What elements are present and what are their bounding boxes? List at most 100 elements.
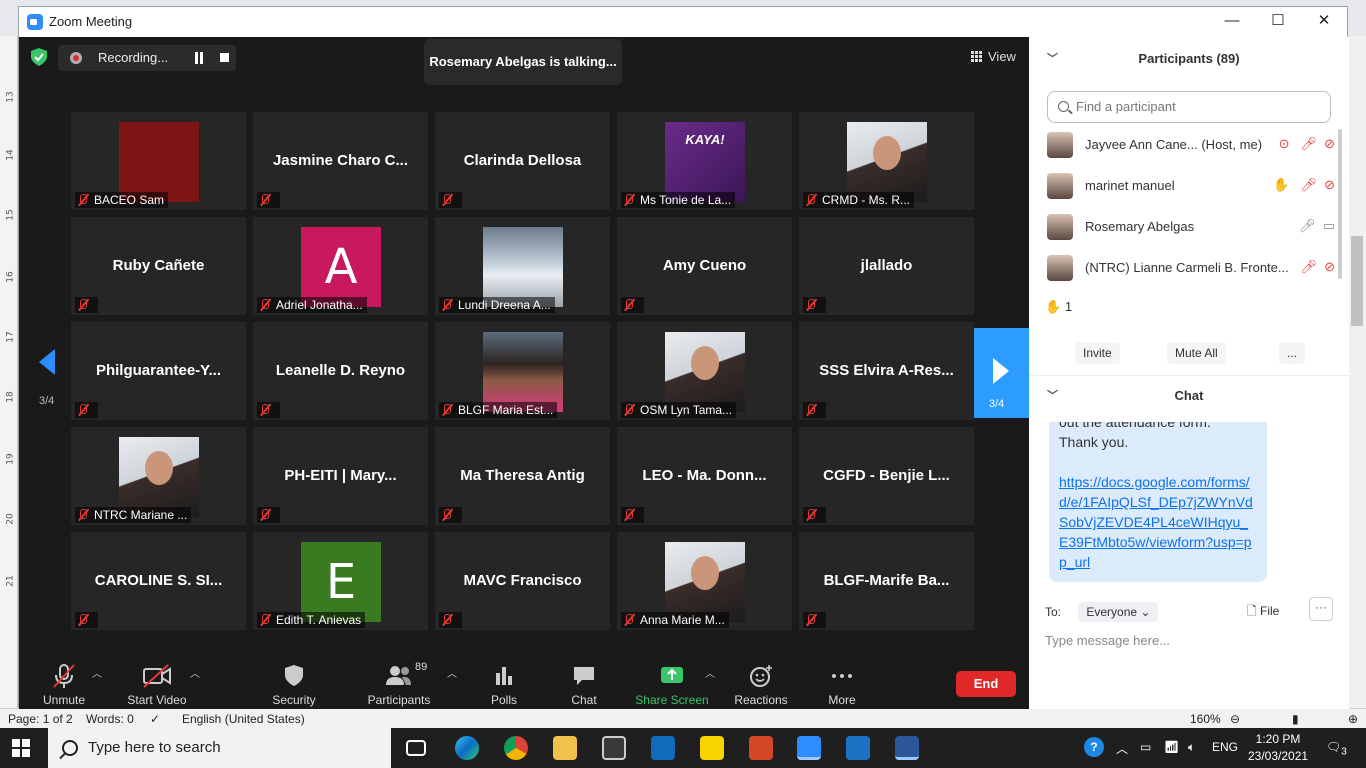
file-button[interactable]: 🗋︎ File <box>1247 602 1279 623</box>
polls-button[interactable]: Polls <box>459 663 549 707</box>
close-button[interactable]: ✕ <box>1301 7 1347 37</box>
show-hidden-icons-icon[interactable]: ︿ <box>1116 740 1128 757</box>
participant-search-input[interactable]: Find a participant <box>1047 91 1331 123</box>
store-icon[interactable] <box>602 736 626 760</box>
video-tile[interactable]: OSM Lyn Tama... <box>617 322 792 420</box>
video-tile[interactable]: BLGF Maria Est... <box>435 322 610 420</box>
start-video-label: Start Video <box>127 693 187 707</box>
end-meeting-button[interactable]: End <box>956 671 1016 697</box>
edge-icon[interactable] <box>455 736 479 760</box>
reactions-button[interactable]: Reactions <box>716 663 806 707</box>
media-player-icon[interactable] <box>846 736 870 760</box>
chrome-icon[interactable] <box>504 736 528 760</box>
participant-row[interactable]: (NTRC) Lianne Carmeli B. Fronte... 🎤︎ ⊘ <box>1029 248 1349 288</box>
input-language[interactable]: ENG <box>1212 740 1238 754</box>
maximize-button[interactable]: ☐ <box>1255 7 1301 37</box>
participants-options-chevron-icon[interactable]: ︿ <box>447 665 457 680</box>
collapse-chevron-icon[interactable]: ﹀ <box>1047 376 1058 416</box>
collapse-chevron-icon[interactable]: ﹀ <box>1047 39 1058 79</box>
chat-more-button[interactable]: ··· <box>1309 597 1333 621</box>
stop-recording-icon[interactable] <box>220 53 229 62</box>
participant-row[interactable]: Rosemary Abelgas 🎤︎ ▭ <box>1029 207 1349 247</box>
video-tile[interactable]: Ruby Cañete <box>71 217 246 315</box>
video-tile[interactable]: BLGF-Marife Ba... <box>799 532 974 630</box>
mail-icon[interactable] <box>651 736 675 760</box>
tile-caption <box>257 402 280 418</box>
video-tile[interactable]: E Edith T. Anievas <box>253 532 428 630</box>
word-count[interactable]: Words: 0 <box>86 712 134 726</box>
video-tile[interactable]: CRMD - Ms. R... <box>799 112 974 210</box>
tile-caption: Anna Marie M... <box>621 612 729 628</box>
tile-caption: NTRC Mariane ... <box>75 507 192 523</box>
view-button[interactable]: View <box>971 49 1016 64</box>
video-tile[interactable]: CAROLINE S. SI... <box>71 532 246 630</box>
video-tile[interactable]: PH-EITI | Mary... <box>253 427 428 525</box>
help-icon[interactable]: ? <box>1084 737 1104 757</box>
zoom-level[interactable]: 160% <box>1190 712 1221 726</box>
video-tile[interactable]: NTRC Mariane ... <box>71 427 246 525</box>
zoom-out-icon[interactable]: ⊖ <box>1230 712 1240 726</box>
video-tile[interactable]: Ma Theresa Antig <box>435 427 610 525</box>
video-tile[interactable]: Clarinda Dellosa <box>435 112 610 210</box>
volume-icon[interactable]: 🔈︎ <box>1188 740 1195 755</box>
video-tile[interactable]: CGFD - Benjie L... <box>799 427 974 525</box>
participant-row[interactable]: Jayvee Ann Cane... (Host, me) ⊙ 🎤︎ ⊘ <box>1029 125 1349 165</box>
video-tile[interactable]: Anna Marie M... <box>617 532 792 630</box>
task-view-icon[interactable] <box>406 740 426 756</box>
video-tile[interactable]: KAYA! Ms Tonie de La... <box>617 112 792 210</box>
network-icon[interactable]: 📶︎ <box>1164 740 1179 754</box>
scrollbar-thumb[interactable] <box>1351 236 1363 326</box>
system-clock[interactable]: 1:20 PM 23/03/2021 <box>1248 731 1308 765</box>
zoom-taskbar-icon[interactable] <box>797 736 821 760</box>
video-tile[interactable]: MAVC Francisco <box>435 532 610 630</box>
video-tile[interactable]: Philguarantee-Y... <box>71 322 246 420</box>
share-options-chevron-icon[interactable]: ︿ <box>705 665 715 680</box>
avatar <box>1047 173 1073 199</box>
word-scrollbar[interactable] <box>1348 36 1366 708</box>
chat-message-input[interactable]: Type message here... <box>1045 633 1170 648</box>
video-tile[interactable]: SSS Elvira A-Res... <box>799 322 974 420</box>
pause-recording-icon[interactable] <box>195 52 203 64</box>
video-tile[interactable]: Amy Cueno <box>617 217 792 315</box>
page-count[interactable]: Page: 1 of 2 <box>8 712 73 726</box>
chat-link[interactable]: https://docs.google.com/forms/d/e/1FAIpQ… <box>1059 472 1257 572</box>
video-tile[interactable]: A Adriel Jonatha... <box>253 217 428 315</box>
share-screen-button[interactable]: Share Screen <box>627 663 717 707</box>
minimize-button[interactable]: — <box>1209 7 1255 37</box>
participant-row[interactable]: marinet manuel ✋ 🎤︎ ⊘ <box>1029 166 1349 206</box>
shield-check-icon[interactable] <box>31 48 47 66</box>
participants-more-button[interactable]: ... <box>1279 342 1306 364</box>
video-tile[interactable]: Leanelle D. Reyno <box>253 322 428 420</box>
word-icon[interactable] <box>895 736 919 760</box>
mute-all-button[interactable]: Mute All <box>1167 342 1226 364</box>
muted-mic-icon <box>259 614 271 626</box>
language-status[interactable]: English (United States) <box>182 712 305 726</box>
video-tile[interactable]: LEO - Ma. Donn... <box>617 427 792 525</box>
participants-button[interactable]: Participants <box>354 663 444 707</box>
sticky-notes-icon[interactable] <box>700 736 724 760</box>
previous-page-button[interactable]: 3/4 <box>19 327 71 417</box>
zoom-in-icon[interactable]: ⊕ <box>1348 712 1358 726</box>
powerpoint-icon[interactable] <box>749 736 773 760</box>
battery-icon[interactable]: ▭ <box>1140 740 1151 754</box>
chat-button[interactable]: Chat <box>539 663 629 707</box>
video-tile[interactable]: jlallado <box>799 217 974 315</box>
start-video-button[interactable]: Start Video <box>112 663 202 707</box>
video-tile[interactable]: BACEO Sam <box>71 112 246 210</box>
video-tile[interactable]: Lundi Dreena A... <box>435 217 610 315</box>
notifications-icon[interactable]: 🗨︎3 <box>1326 740 1347 757</box>
windows-start-icon[interactable] <box>12 739 30 757</box>
participant-name: marinet manuel <box>1085 178 1175 193</box>
video-options-chevron-icon[interactable]: ︿ <box>190 665 200 680</box>
recipient-dropdown[interactable]: Everyone ⌄ <box>1078 602 1159 622</box>
video-tile[interactable]: Jasmine Charo C... <box>253 112 428 210</box>
zoom-slider-thumb[interactable]: ▮ <box>1292 712 1299 726</box>
participants-scrollbar[interactable] <box>1337 125 1343 285</box>
proofing-icon[interactable]: ✓ <box>150 712 160 726</box>
invite-button[interactable]: Invite <box>1075 342 1120 364</box>
audio-options-chevron-icon[interactable]: ︿ <box>92 665 102 680</box>
file-explorer-icon[interactable] <box>553 736 577 760</box>
security-button[interactable]: Security <box>249 663 339 707</box>
taskbar-search-input[interactable]: Type here to search <box>48 728 391 768</box>
more-button[interactable]: More <box>797 663 887 707</box>
